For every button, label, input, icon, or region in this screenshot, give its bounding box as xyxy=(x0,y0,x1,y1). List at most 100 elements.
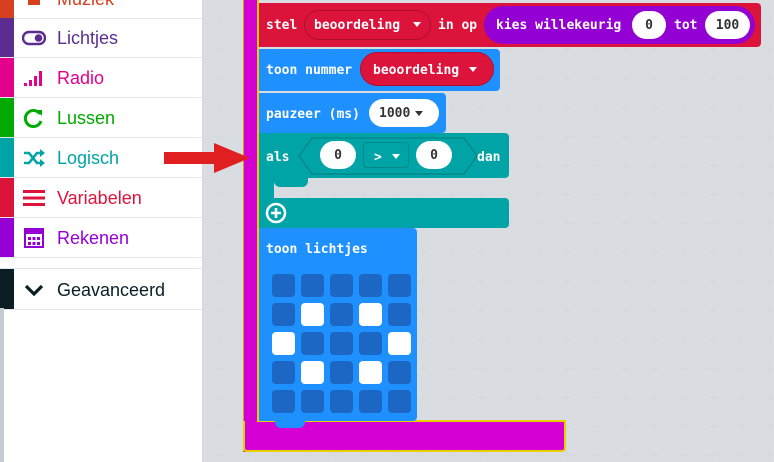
grid-mark xyxy=(708,422,717,431)
operator-dropdown[interactable] xyxy=(363,142,409,168)
grid-mark xyxy=(621,103,630,112)
led-cell[interactable] xyxy=(330,361,353,384)
random-from-input[interactable]: 0 xyxy=(632,11,666,39)
led-cell[interactable] xyxy=(388,361,411,384)
grid-mark xyxy=(621,219,630,228)
led-cell[interactable] xyxy=(388,390,411,413)
grid-mark xyxy=(708,451,717,460)
grid-mark xyxy=(476,393,485,402)
category-label: Lichtjes xyxy=(57,28,119,48)
grid-mark xyxy=(679,393,688,402)
compare-right-input[interactable]: 0 xyxy=(416,141,452,169)
pause-duration-value: 1000 xyxy=(379,105,411,121)
compare-left-input[interactable]: 0 xyxy=(320,141,356,169)
grid-mark xyxy=(650,422,659,431)
grid-mark xyxy=(592,103,601,112)
grid-mark xyxy=(621,74,630,83)
grid-mark xyxy=(737,103,746,112)
grid-mark xyxy=(737,248,746,257)
category-lichtjes[interactable]: Lichtjes xyxy=(0,18,202,58)
led-cell[interactable] xyxy=(330,390,353,413)
grid-mark xyxy=(737,393,746,402)
category-rekenen[interactable]: Rekenen xyxy=(0,218,202,258)
category-radio[interactable]: Radio xyxy=(0,58,202,98)
grid-mark xyxy=(650,190,659,199)
grid-mark xyxy=(215,364,224,373)
random-to-input[interactable]: 100 xyxy=(705,11,750,39)
led-cell[interactable] xyxy=(301,332,324,355)
grid-mark xyxy=(621,335,630,344)
led-cell[interactable] xyxy=(359,332,382,355)
led-cell[interactable] xyxy=(388,332,411,355)
led-cell[interactable] xyxy=(359,303,382,326)
grid-mark xyxy=(418,277,427,286)
pause-keyword: pauzeer (ms) xyxy=(266,107,360,122)
red-arrow-icon xyxy=(164,143,250,173)
led-cell[interactable] xyxy=(359,390,382,413)
led-cell[interactable] xyxy=(301,274,324,297)
grid-mark xyxy=(534,393,543,402)
calculator-icon xyxy=(22,227,46,249)
add-else-button[interactable] xyxy=(265,202,287,224)
grid-mark xyxy=(679,335,688,344)
grid-mark xyxy=(621,364,630,373)
set-variable-name: beoordeling xyxy=(314,18,401,33)
grid-mark xyxy=(650,451,659,460)
category-variabelen[interactable]: Variabelen xyxy=(0,178,202,218)
grid-mark xyxy=(679,451,688,460)
category-color-stripe xyxy=(0,218,14,257)
led-cell[interactable] xyxy=(301,390,324,413)
show-leds-keyword: toon lichtjes xyxy=(266,242,368,257)
grid-mark xyxy=(708,393,717,402)
led-cell[interactable] xyxy=(301,361,324,384)
grid-mark xyxy=(737,132,746,141)
dropdown-caret-icon xyxy=(387,149,400,164)
category-geavanceerd[interactable]: Geavanceerd xyxy=(0,268,202,310)
set-into-label: in op xyxy=(438,18,478,33)
random-label: kies willekeurig xyxy=(496,18,622,33)
grid-mark xyxy=(650,277,659,286)
set-keyword: stel xyxy=(266,18,298,33)
random-to-label: tot xyxy=(674,18,698,33)
led-cell[interactable] xyxy=(272,303,295,326)
category-color-stripe xyxy=(0,178,14,217)
chevron-down-icon xyxy=(22,279,46,301)
grid-mark xyxy=(592,132,601,141)
led-cell[interactable] xyxy=(272,332,295,355)
led-cell[interactable] xyxy=(359,361,382,384)
toggle-icon xyxy=(22,27,46,49)
grid-mark xyxy=(621,248,630,257)
led-cell[interactable] xyxy=(272,361,295,384)
grid-mark xyxy=(563,74,572,83)
grid-mark xyxy=(592,219,601,228)
grid-mark xyxy=(215,219,224,228)
grid-mark xyxy=(650,393,659,402)
category-muziek[interactable]: Muziek xyxy=(0,0,202,19)
led-cell[interactable] xyxy=(330,303,353,326)
grid-mark xyxy=(650,132,659,141)
pause-duration-dropdown[interactable]: 1000 xyxy=(369,99,439,127)
category-color-stripe xyxy=(0,18,14,57)
grid-mark xyxy=(215,451,224,460)
toolbox-edge xyxy=(0,308,4,462)
led-cell[interactable] xyxy=(359,274,382,297)
led-cell[interactable] xyxy=(388,303,411,326)
grid-mark xyxy=(418,306,427,315)
grid-mark xyxy=(679,364,688,373)
led-cell[interactable] xyxy=(330,274,353,297)
grid-mark xyxy=(766,45,774,54)
grid-mark xyxy=(679,306,688,315)
category-lussen[interactable]: Lussen xyxy=(0,98,202,138)
if-block-bottom[interactable] xyxy=(259,198,509,228)
led-cell[interactable] xyxy=(301,303,324,326)
grid-mark xyxy=(389,451,398,460)
led-cell[interactable] xyxy=(272,390,295,413)
led-cell[interactable] xyxy=(272,274,295,297)
grid-mark xyxy=(679,190,688,199)
grid-mark xyxy=(215,74,224,83)
dropdown-caret-icon xyxy=(408,17,421,32)
grid-mark xyxy=(737,451,746,460)
led-cell[interactable] xyxy=(388,274,411,297)
led-cell[interactable] xyxy=(330,332,353,355)
grid-mark xyxy=(563,132,572,141)
